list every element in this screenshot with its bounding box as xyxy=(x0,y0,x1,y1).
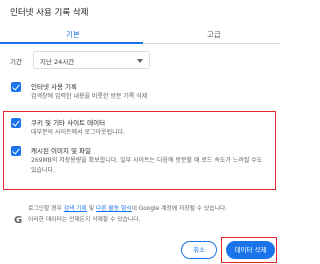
time-range-select[interactable]: 지난 24시간 xyxy=(33,51,150,69)
option-description: 대부분의 사이트에서 로그아웃됩니다. xyxy=(31,129,126,136)
option-title: 인터넷 사용 기록 xyxy=(31,83,77,91)
option-cache[interactable]: 캐시된 이미지 및 파일 269MB의 저장용량을 확보합니다. 일부 사이트는… xyxy=(10,144,270,184)
chevron-down-icon xyxy=(137,59,143,63)
other-activity-link[interactable]: 다른 활동 형식 xyxy=(96,206,132,212)
google-account-notice: G 로그인할 경우 검색 기록 및 다른 활동 형식이 Google 계정에 저… xyxy=(5,198,273,234)
notice-line-2: 이러한 데이터는 언제든지 삭제할 수 있습니다. xyxy=(28,217,141,223)
option-cookies[interactable]: 쿠키 및 기타 사이트 데이터 대부분의 사이트에서 로그아웃됩니다. xyxy=(10,116,270,142)
tab-advanced[interactable]: 고급 xyxy=(207,29,221,40)
option-description: 269MB의 저장용량을 확보합니다. 일부 사이트는 다음에 방문할 때 로드… xyxy=(31,157,263,174)
checkbox-cookies[interactable] xyxy=(11,118,21,128)
checkbox-cache[interactable] xyxy=(11,146,21,156)
option-description: 검색창에 입력한 내용을 비롯한 방문 기록 삭제 xyxy=(31,93,148,100)
delete-highlight-box xyxy=(221,237,277,263)
time-range-value: 지난 24시간 xyxy=(40,58,75,66)
time-range-row: 기간 지난 24시간 xyxy=(10,51,150,69)
cancel-button[interactable]: 취소 xyxy=(181,241,217,259)
time-range-label: 기간 xyxy=(10,58,22,66)
search-history-link[interactable]: 검색 기록 xyxy=(64,206,87,212)
tab-bar: 기본 고급 xyxy=(0,24,280,44)
google-g-icon: G xyxy=(14,215,23,226)
notice-line-1: 로그인할 경우 검색 기록 및 다른 활동 형식이 Google 계정에 저장될… xyxy=(28,206,228,212)
option-title: 캐시된 이미지 및 파일 xyxy=(31,147,92,155)
tab-basic[interactable]: 기본 xyxy=(66,29,80,40)
option-browsing-history[interactable]: 인터넷 사용 기록 검색창에 입력한 내용을 비롯한 방문 기록 삭제 xyxy=(10,80,270,106)
option-title: 쿠키 및 기타 사이트 데이터 xyxy=(31,119,106,127)
dialog-title: 인터넷 사용 기록 삭제 xyxy=(10,8,89,18)
active-tab-indicator xyxy=(0,42,143,44)
checkbox-browsing-history[interactable] xyxy=(11,82,21,92)
